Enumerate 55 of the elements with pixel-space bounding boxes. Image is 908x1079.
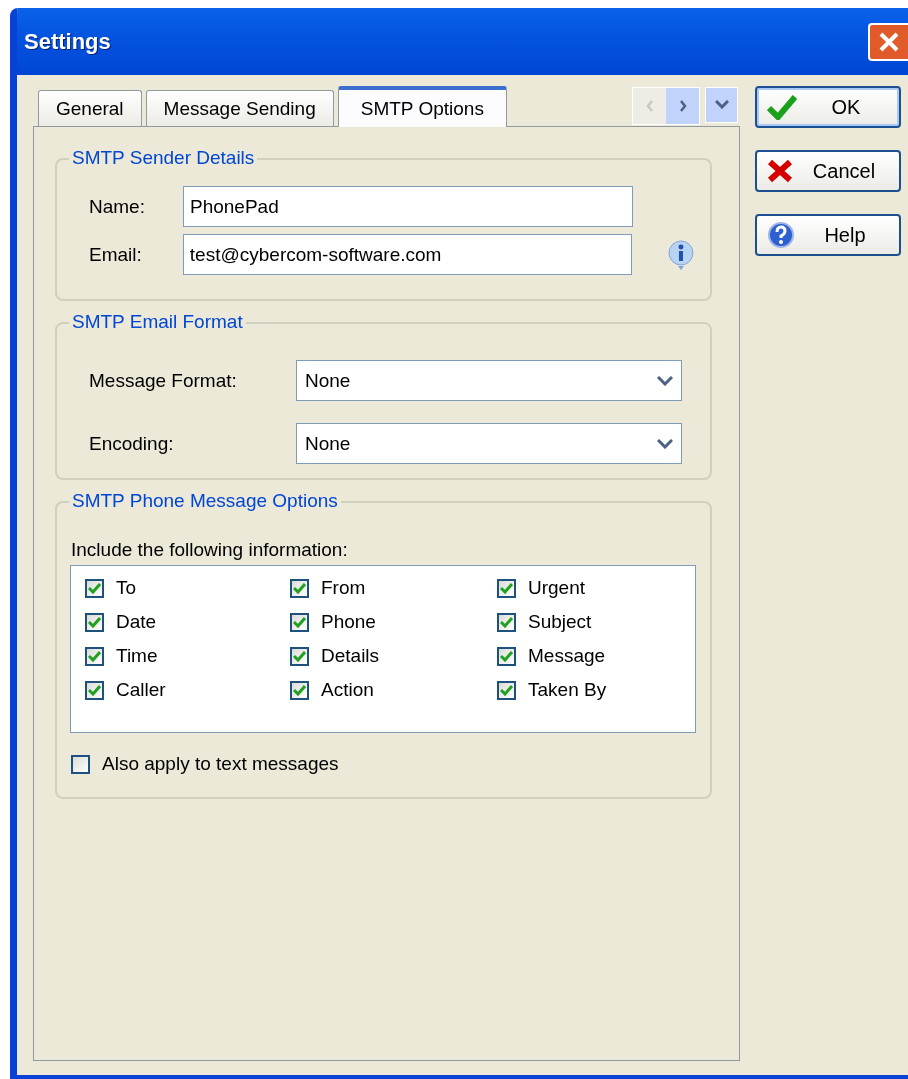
checkbox-label: Message — [528, 645, 606, 667]
checkbox-label: Phone — [321, 611, 376, 633]
checkbox[interactable] — [290, 680, 309, 700]
checkbox-label: Date — [116, 611, 157, 633]
help-icon — [767, 221, 795, 249]
checkbox-label: Action — [321, 679, 374, 701]
text-field[interactable]: PhonePad — [183, 186, 633, 227]
dropdown[interactable]: None — [296, 423, 682, 464]
checkbox[interactable] — [290, 612, 309, 632]
checkbox[interactable] — [85, 612, 104, 632]
cross-icon — [767, 159, 793, 183]
tab[interactable]: SMTP Options — [337, 86, 507, 127]
checkbox-label: Subject — [528, 611, 592, 633]
checkbox[interactable] — [85, 680, 104, 700]
checkbox[interactable] — [85, 646, 104, 666]
field-label: Name: — [89, 195, 146, 218]
info-icon — [668, 239, 694, 270]
tab[interactable]: Message Sending — [145, 90, 334, 126]
checkbox-label: Urgent — [528, 577, 586, 599]
checkbox-label: Time — [116, 645, 158, 667]
dropdown[interactable]: None — [296, 360, 682, 401]
instruction-text: Include the following information: — [71, 539, 349, 561]
checkbox[interactable] — [71, 754, 90, 774]
checkbox[interactable] — [85, 578, 104, 598]
checkbox[interactable] — [497, 680, 516, 700]
cancel-button[interactable]: Cancel — [755, 150, 901, 192]
chevron-right-icon — [678, 99, 687, 112]
checkbox[interactable] — [497, 578, 516, 598]
text-field[interactable]: test@cybercom-software.com — [182, 234, 633, 275]
close-icon — [878, 30, 900, 53]
field-label: Message Format: — [89, 369, 238, 392]
chevron-down-icon — [657, 375, 673, 386]
checkmark-icon — [767, 94, 797, 120]
checkbox-label: Taken By — [528, 679, 607, 701]
checkbox-label: Also apply to text messages — [102, 753, 339, 775]
checkbox[interactable] — [290, 646, 309, 666]
checkbox[interactable] — [497, 646, 516, 666]
checkbox-label: From — [321, 577, 366, 599]
checkbox-label: Details — [321, 645, 380, 667]
ok-button[interactable]: OK — [755, 86, 901, 128]
chevron-left-icon — [645, 99, 654, 112]
tab[interactable]: General — [38, 90, 142, 126]
scroll-right-button[interactable] — [666, 87, 699, 124]
field-label: Encoding: — [89, 432, 175, 455]
field-label: Email: — [89, 243, 143, 266]
window-title: Settings — [24, 28, 111, 55]
help-button[interactable]: Help — [755, 214, 901, 256]
chevron-down-icon — [657, 438, 673, 449]
checkbox[interactable] — [497, 612, 516, 632]
checkbox-label: To — [116, 577, 137, 599]
checkbox[interactable] — [290, 578, 309, 598]
close-button[interactable] — [868, 22, 908, 61]
tab-list-button[interactable] — [705, 86, 738, 123]
chevron-down-icon — [714, 100, 729, 109]
checkbox-label: Caller — [116, 679, 166, 701]
